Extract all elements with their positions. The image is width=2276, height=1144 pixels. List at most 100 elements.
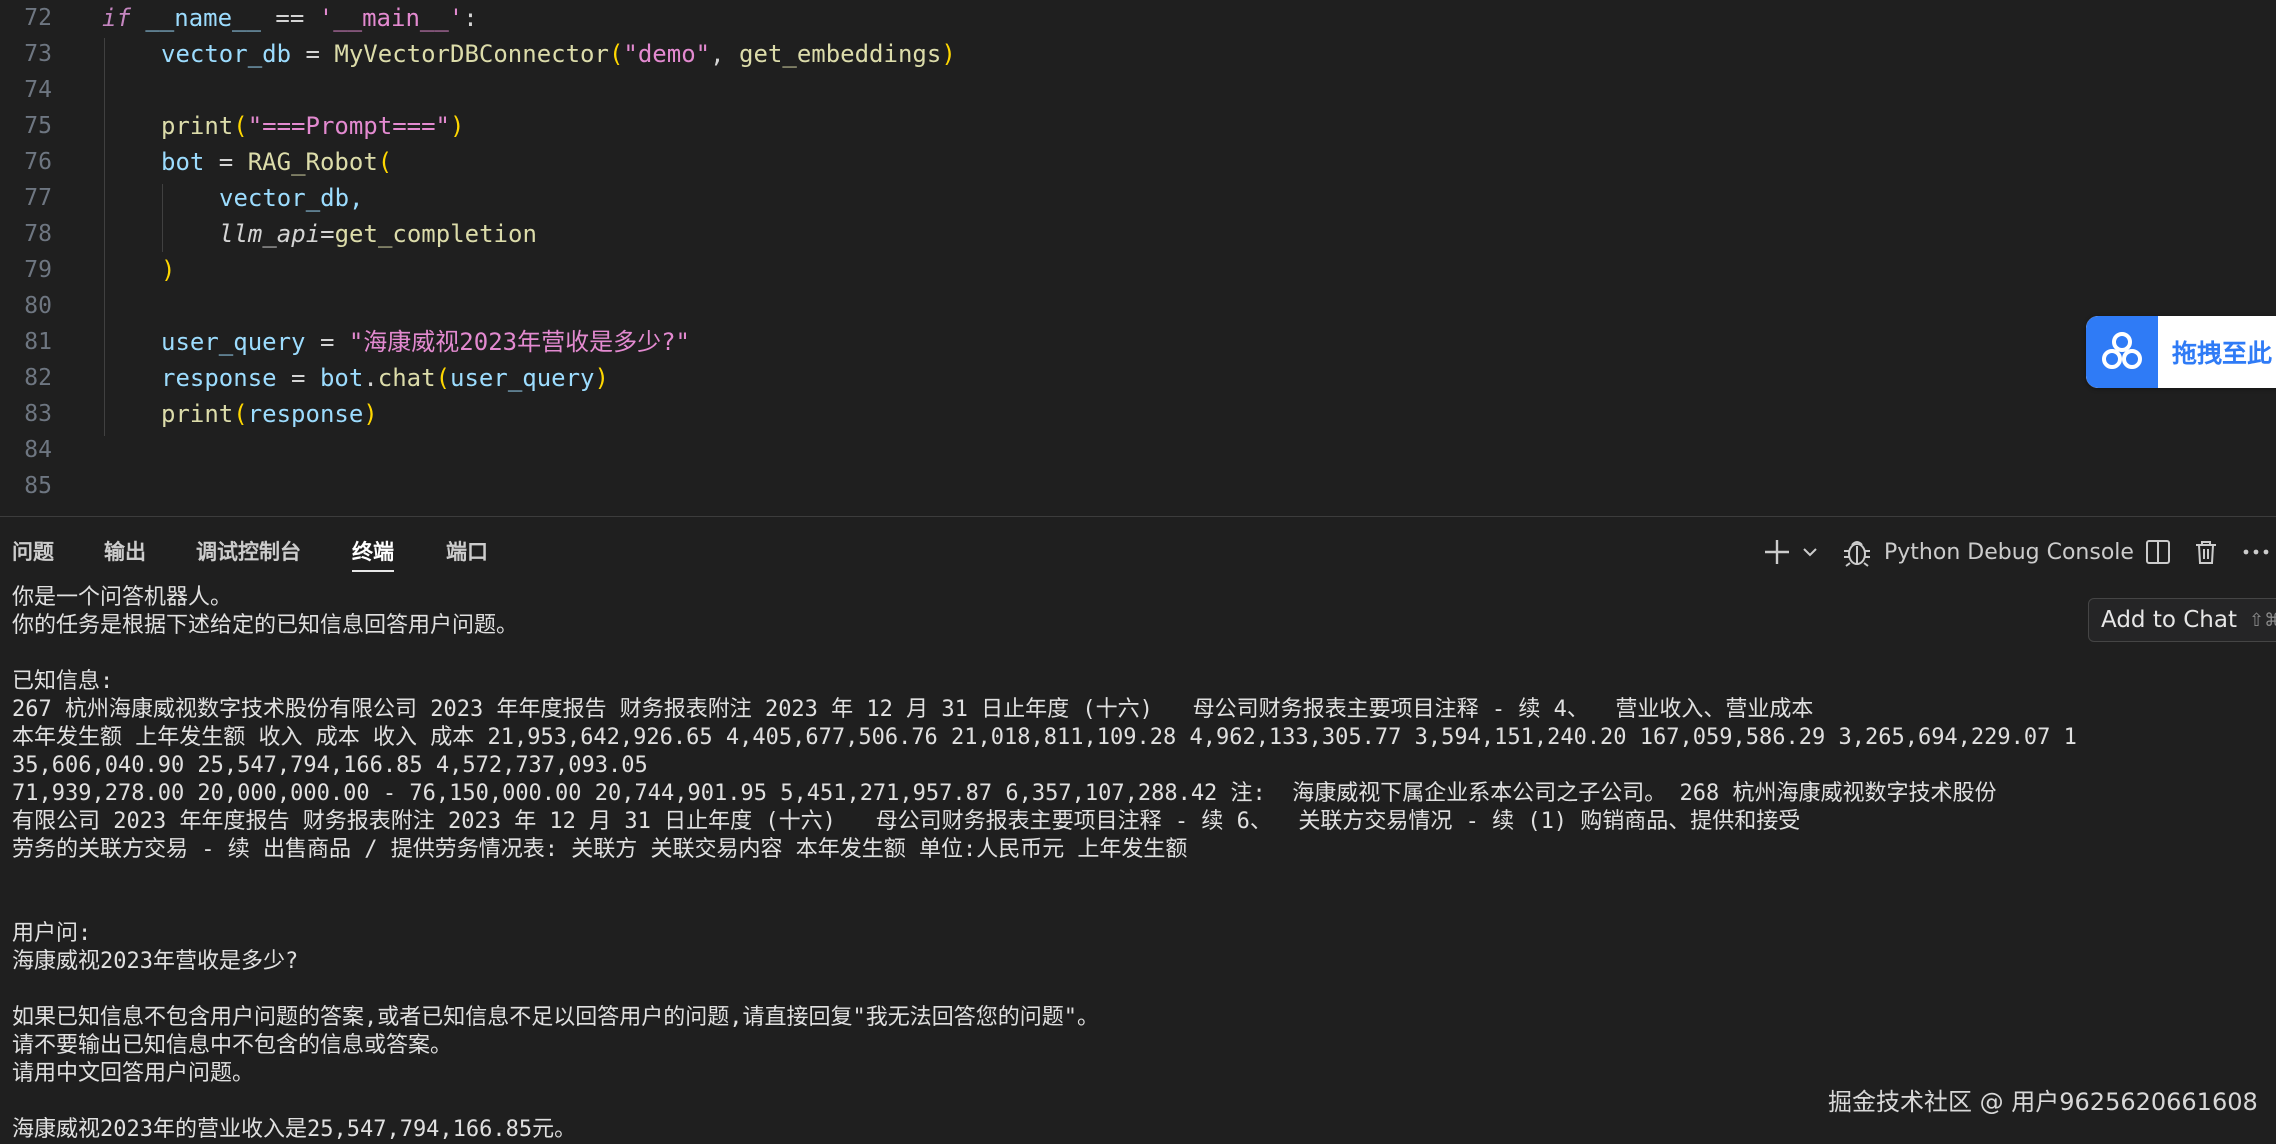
tab-problems[interactable]: 问题 [12,520,54,584]
code-text: vector_db, [219,180,364,216]
line-number: 85 [24,473,52,499]
identifier: response [247,400,364,428]
terminal-line: 你是一个问答机器人。 [12,585,233,610]
terminal-dropdown-button[interactable] [1800,520,1820,584]
cloud-logo-icon [2086,316,2158,388]
split-terminal-button[interactable] [2144,520,2172,584]
line-number: 77 [24,185,52,211]
line-number: 75 [24,113,52,139]
operator: : [463,4,478,32]
identifier: get_completion [334,220,537,248]
operator: = [291,40,335,68]
identifier: response [161,364,277,392]
line-number: 80 [24,293,52,319]
chevron-down-icon [1803,548,1817,557]
terminal-line: 海康威视2023年的营业收入是25,547,794,166.85元。 [12,1117,577,1142]
function-name: chat [377,364,436,392]
add-to-chat-button[interactable]: Add to Chat ⇧⌘ [2088,598,2276,642]
code-line[interactable]: 72 if __name__ == '__main__': [0,0,2276,36]
identifier: user_query [450,364,595,392]
terminal-line: 请不要输出已知信息中不包含的信息或答案。 [12,1033,453,1058]
add-to-chat-label: Add to Chat [2101,607,2237,633]
terminal-line: 本年发生额 上年发生额 收入 成本 收入 成本 21,953,642,926.6… [12,725,2077,750]
keyboard-shortcut: ⇧⌘ [2249,609,2276,631]
bracket: ( [608,40,624,68]
code-text: print("===Prompt===") [161,108,464,144]
bracket: ( [377,148,393,176]
code-text: response = bot.chat(user_query) [161,360,609,396]
code-line[interactable]: 83 print(response) [0,396,2276,432]
code-text: user_query = "海康威视2023年营收是多少?" [161,324,690,360]
bug-icon [1844,541,1870,567]
code-text: ) [161,252,175,288]
code-line[interactable]: 74 [0,72,2276,108]
line-number: 76 [24,149,52,175]
parameter-name: llm_api [219,220,321,248]
code-line[interactable]: 78 llm_api=get_completion [0,216,2276,252]
terminal-selector[interactable]: Python Debug Console [1840,520,2134,584]
code-line[interactable]: 80 [0,288,2276,324]
tab-ports[interactable]: 端口 [446,520,488,584]
line-number: 82 [24,365,52,391]
identifier: __name__ [145,4,261,32]
bracket: ) [594,364,609,392]
terminal-line: 71,939,278.00 20,000,000.00 - 76,150,000… [12,781,1997,806]
more-actions-button[interactable] [2240,520,2272,584]
terminal-line: 你的任务是根据下述给定的已知信息回答用户问题。 [12,613,519,638]
line-number: 81 [24,329,52,355]
string-literal: "海康威视2023年营收是多少?" [348,328,691,356]
tab-output[interactable]: 输出 [104,520,146,584]
terminal-line: 已知信息: [12,669,114,694]
panel-divider [0,516,2276,517]
line-number: 78 [24,221,52,247]
code-editor[interactable]: 72 if __name__ == '__main__': 73 vector_… [0,0,2276,516]
code-text: if __name__ == '__main__': [102,0,478,36]
line-number: 73 [24,41,52,67]
class-name: RAG_Robot [247,148,378,176]
code-text: llm_api=get_completion [219,216,537,252]
ellipsis-icon [2243,549,2269,555]
code-line[interactable]: 77 vector_db, [0,180,2276,216]
tab-debug-console[interactable]: 调试控制台 [196,520,301,584]
tab-terminal[interactable]: 终端 [352,520,394,584]
split-icon [2146,540,2170,564]
code-line[interactable]: 82 response = bot.chat(user_query) [0,360,2276,396]
operator: . [363,364,378,392]
string-literal: '__main__' [318,4,464,32]
operator: = [320,220,335,248]
bracket: ( [233,400,248,428]
code-line[interactable]: 75 print("===Prompt===") [0,108,2276,144]
identifier: vector_db [161,40,292,68]
new-terminal-button[interactable] [1762,520,1792,584]
code-line[interactable]: 73 vector_db = MyVectorDBConnector("demo… [0,36,2276,72]
terminal-line: 海康威视2023年营收是多少? [12,949,299,974]
identifier: bot [319,364,364,392]
code-line[interactable]: 79 ) [0,252,2276,288]
class-name: MyVectorDBConnector [334,40,609,68]
code-line[interactable]: 81 user_query = "海康威视2023年营收是多少?" [0,324,2276,360]
terminal-line: 如果已知信息不包含用户问题的答案,或者已知信息不足以回答用户的问题,请直接回复"… [12,1005,1099,1030]
drag-drop-widget[interactable]: 拖拽至此 [2086,316,2276,388]
bracket: ) [450,112,465,140]
identifier: bot [161,148,205,176]
bracket: ) [941,40,956,68]
code-line[interactable]: 85 [0,468,2276,504]
line-number: 83 [24,401,52,427]
bracket: ) [363,400,378,428]
line-number: 74 [24,77,52,103]
bracket: ( [435,364,451,392]
line-number: 84 [24,437,52,463]
code-line[interactable]: 84 [0,432,2276,468]
operator: = [276,364,320,392]
code-text: print(response) [161,396,378,432]
code-line[interactable]: 76 bot = RAG_Robot( [0,144,2276,180]
identifier: get_embeddings [739,40,942,68]
drag-widget-label: 拖拽至此 [2172,339,2273,368]
terminal-output[interactable]: 你是一个问答机器人。 你的任务是根据下述给定的已知信息回答用户问题。 已知信息:… [12,584,2272,1144]
code-text: bot = RAG_Robot( [161,144,392,180]
bracket: ) [161,256,176,284]
kill-terminal-button[interactable] [2192,520,2220,584]
